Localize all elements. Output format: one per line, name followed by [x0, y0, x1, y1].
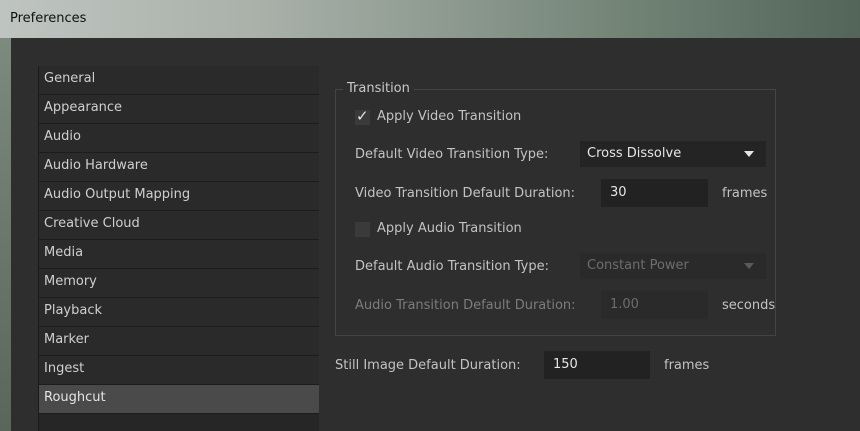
sidebar-item-general[interactable]: General [39, 66, 319, 95]
audio-transition-type-value: Constant Power [587, 258, 689, 273]
still-image-duration-label: Still Image Default Duration: [335, 358, 521, 373]
video-transition-type-value: Cross Dissolve [587, 146, 682, 161]
window-title: Preferences [10, 11, 87, 26]
apply-audio-transition-label: Apply Audio Transition [377, 221, 522, 236]
apply-video-transition-checkbox[interactable]: ✓ [355, 107, 370, 125]
chevron-down-icon [744, 151, 754, 157]
chevron-down-icon [744, 263, 754, 269]
video-duration-unit: frames [722, 186, 768, 201]
sidebar-item-roughcut[interactable]: Roughcut [39, 385, 319, 414]
video-duration-label: Video Transition Default Duration: [355, 186, 576, 201]
audio-transition-type-dropdown[interactable]: Constant Power [580, 253, 766, 279]
sidebar-item-appearance[interactable]: Appearance [39, 95, 319, 124]
checkmark-icon: ✓ [356, 107, 369, 125]
apply-video-transition-label: Apply Video Transition [377, 109, 522, 124]
apply-audio-transition-checkbox[interactable] [355, 222, 370, 237]
title-bar[interactable]: Preferences [0, 0, 860, 38]
video-transition-type-label: Default Video Transition Type: [355, 147, 549, 162]
sidebar-item-audio[interactable]: Audio [39, 124, 319, 153]
audio-duration-unit: seconds [722, 298, 776, 313]
sidebar-item-ingest[interactable]: Ingest [39, 356, 319, 385]
sidebar-item-playback[interactable]: Playback [39, 298, 319, 327]
sidebar-item-audio-output-mapping[interactable]: Audio Output Mapping [39, 182, 319, 211]
preferences-category-list: General Appearance Audio Audio Hardware … [38, 66, 319, 431]
audio-transition-type-label: Default Audio Transition Type: [355, 259, 549, 274]
sidebar-item-audio-hardware[interactable]: Audio Hardware [39, 153, 319, 182]
audio-duration-field[interactable]: 1.00 [601, 291, 708, 319]
window-frame [0, 38, 11, 431]
video-transition-type-dropdown[interactable]: Cross Dissolve [580, 141, 766, 167]
still-image-duration-unit: frames [664, 358, 710, 373]
sidebar-item-marker[interactable]: Marker [39, 327, 319, 356]
still-image-duration-field[interactable]: 150 [544, 351, 650, 379]
video-duration-field[interactable]: 30 [601, 179, 708, 207]
audio-duration-label: Audio Transition Default Duration: [355, 298, 576, 313]
transition-group-label: Transition [343, 81, 414, 96]
sidebar-item-media[interactable]: Media [39, 240, 319, 269]
sidebar-item-memory[interactable]: Memory [39, 269, 319, 298]
sidebar-item-creative-cloud[interactable]: Creative Cloud [39, 211, 319, 240]
